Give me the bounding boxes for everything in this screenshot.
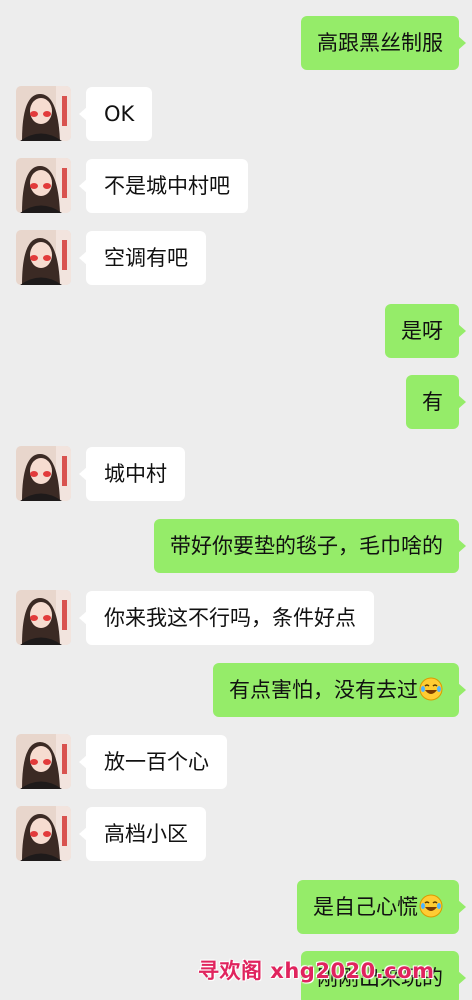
crying-laughing-emoji-icon — [419, 894, 443, 918]
incoming-message-bubble[interactable]: OK — [78, 87, 153, 141]
avatar-photo-icon — [16, 446, 71, 501]
incoming-message-bubble[interactable]: 放一百个心 — [79, 735, 227, 789]
outgoing-message-bubble[interactable]: 是呀 — [385, 304, 466, 358]
message-text: 有 — [422, 390, 443, 414]
message-text: 你来我这不行吗，条件好点 — [104, 606, 356, 630]
contact-avatar[interactable] — [16, 806, 71, 861]
message-text: 高档小区 — [104, 822, 188, 846]
chat-message-list[interactable]: 高跟黑丝制服 OK 不是城中村吧 空调有吧 是呀 有 城中村 带好你要垫的毯子，… — [0, 0, 472, 1000]
contact-avatar[interactable] — [16, 86, 71, 141]
incoming-message-bubble[interactable]: 空调有吧 — [79, 231, 206, 285]
outgoing-message-bubble[interactable]: 高跟黑丝制服 — [301, 16, 466, 70]
contact-avatar[interactable] — [16, 230, 71, 285]
message-text: 有点害怕，没有去过 — [229, 678, 418, 702]
contact-avatar[interactable] — [16, 446, 71, 501]
message-text: 放一百个心 — [104, 750, 209, 774]
outgoing-message-bubble[interactable]: 是自己心慌 — [297, 880, 466, 934]
contact-avatar[interactable] — [16, 734, 71, 789]
incoming-message-bubble[interactable]: 城中村 — [79, 447, 185, 501]
outgoing-message-bubble[interactable]: 带好你要垫的毯子，毛巾啥的 — [154, 519, 466, 573]
site-watermark: 寻欢阁 xhg2020.com — [198, 959, 435, 983]
message-text: 是呀 — [401, 319, 443, 343]
incoming-message-bubble[interactable]: 你来我这不行吗，条件好点 — [79, 591, 374, 645]
message-text: 高跟黑丝制服 — [317, 31, 443, 55]
avatar-photo-icon — [16, 590, 71, 645]
message-text: 不是城中村吧 — [104, 174, 230, 198]
incoming-message-bubble[interactable]: 高档小区 — [79, 807, 206, 861]
contact-avatar[interactable] — [16, 590, 71, 645]
outgoing-message-bubble[interactable]: 有 — [406, 375, 466, 429]
avatar-photo-icon — [16, 806, 71, 861]
avatar-photo-icon — [16, 86, 71, 141]
message-text: 城中村 — [104, 462, 167, 486]
avatar-photo-icon — [16, 158, 71, 213]
message-text: 是自己心慌 — [313, 895, 418, 919]
crying-laughing-emoji-icon — [419, 677, 443, 701]
avatar-photo-icon — [16, 734, 71, 789]
outgoing-message-bubble[interactable]: 有点害怕，没有去过 — [213, 663, 466, 717]
incoming-message-bubble[interactable]: 不是城中村吧 — [79, 159, 248, 213]
message-text: 带好你要垫的毯子，毛巾啥的 — [170, 534, 443, 558]
contact-avatar[interactable] — [16, 158, 71, 213]
message-text: OK — [104, 102, 135, 126]
message-text: 空调有吧 — [104, 246, 188, 270]
avatar-photo-icon — [16, 230, 71, 285]
